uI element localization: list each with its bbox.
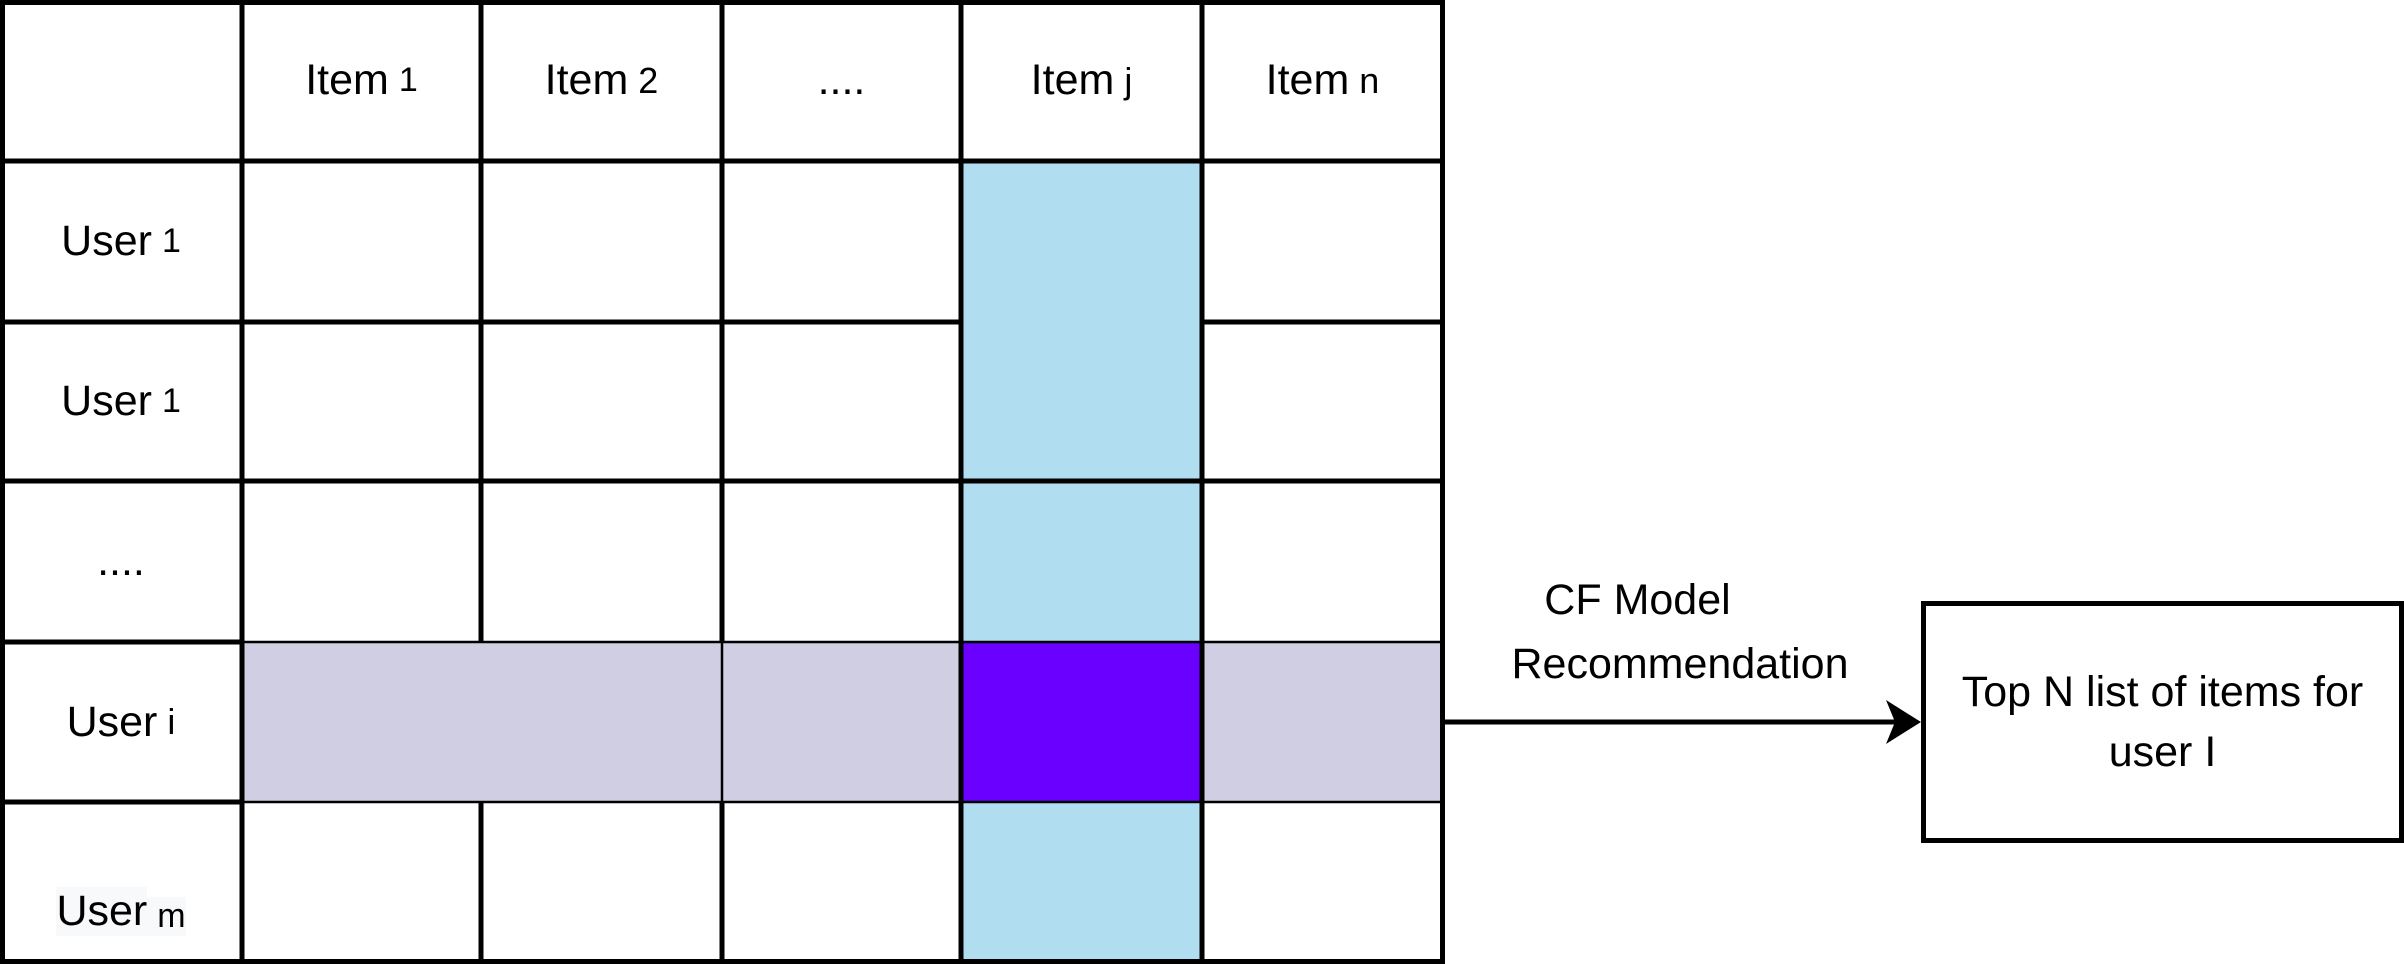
row-header-label: User: [61, 377, 152, 425]
arrow-label-line-2: Recommendation: [1511, 640, 1849, 688]
column-header-ellipsis: ....: [722, 0, 961, 161]
arrow-label: CF Model Recommendation: [1470, 568, 1890, 696]
column-header-subscript: j: [1124, 59, 1133, 101]
column-header-subscript: 2: [638, 59, 659, 101]
top-n-output-box: Top N list of items for user I: [1921, 601, 2404, 843]
row-header-subscript: m: [147, 897, 186, 936]
column-header-label: Item: [1265, 56, 1350, 104]
row-header-user-1: User 1: [0, 161, 242, 322]
column-header-subscript: n: [1359, 59, 1380, 101]
arrow-label-line-1: CF Model: [1544, 576, 1731, 624]
column-header-label: Item: [544, 56, 629, 104]
row-header-label: User: [66, 697, 158, 746]
column-header-subscript: 1: [398, 61, 418, 99]
column-header-item-n: Item n: [1202, 0, 1443, 161]
row-header-subscript: 1: [161, 382, 181, 420]
row-header-label: User: [61, 217, 152, 265]
row-header-subscript: 1: [161, 222, 181, 260]
output-box-line-2: user I: [2108, 728, 2217, 776]
row-header-user-1-second: User 1: [0, 322, 242, 481]
row-header-label: ....: [97, 537, 145, 585]
row-header-user-i: User i: [0, 642, 242, 802]
row-header-ellipsis: ....: [0, 481, 242, 642]
row-header-subscript: i: [167, 701, 176, 742]
column-header-label: ....: [817, 56, 866, 104]
column-header-item-j: Item j: [961, 0, 1202, 161]
row-header-label: User: [56, 887, 148, 936]
output-box-line-1: Top N list of items for: [1961, 668, 2364, 716]
column-header-label: Item: [1030, 56, 1115, 104]
column-header-item-2: Item 2: [481, 0, 722, 161]
column-header-item-1: Item 1: [242, 0, 481, 161]
row-header-user-m: User m: [0, 802, 242, 964]
column-header-label: Item: [305, 56, 389, 104]
